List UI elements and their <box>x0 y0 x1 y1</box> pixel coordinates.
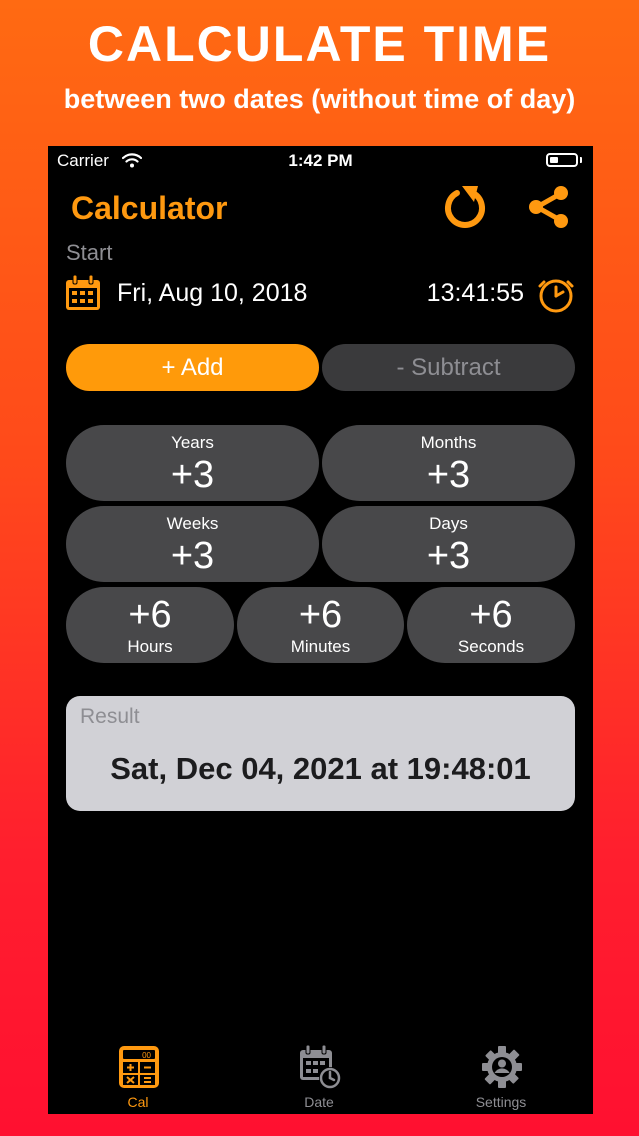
tab-settings-label: Settings <box>475 1094 527 1110</box>
hours-label: Hours <box>127 637 173 656</box>
months-value: +3 <box>426 454 471 496</box>
days-label: Days <box>429 514 468 533</box>
subtract-button[interactable]: - Subtract <box>322 344 575 391</box>
battery-level <box>550 157 558 163</box>
reset-icon[interactable] <box>440 182 490 232</box>
promo-title: CALCULATE TIME <box>87 16 552 72</box>
seconds-label: Seconds <box>457 637 525 656</box>
weeks-value: +3 <box>170 535 215 577</box>
calculator-icon: 00 <box>119 1046 159 1088</box>
share-icon[interactable] <box>524 182 574 232</box>
result-label: Result <box>80 705 140 728</box>
status-time: 1:42 PM <box>288 151 353 170</box>
tab-date-label: Date <box>304 1094 334 1110</box>
years-button[interactable]: Years +3 <box>66 425 319 501</box>
result-value: Sat, Dec 04, 2021 at 19:48:01 <box>110 751 531 786</box>
days-button[interactable]: Days +3 <box>322 506 575 582</box>
minutes-button[interactable]: +6 Minutes <box>237 587 404 663</box>
years-value: +3 <box>170 454 215 496</box>
calendar-clock-icon <box>300 1044 341 1089</box>
clock-icon[interactable] <box>537 276 575 314</box>
start-date[interactable]: Fri, Aug 10, 2018 <box>117 277 307 309</box>
calendar-icon[interactable] <box>64 274 102 312</box>
hours-value: +6 <box>128 594 172 636</box>
result-card: Result Sat, Dec 04, 2021 at 19:48:01 <box>66 696 575 811</box>
promo-subtitle: between two dates (without time of day) <box>63 84 576 114</box>
hours-button[interactable]: +6 Hours <box>66 587 234 663</box>
app-title: Calculator <box>71 190 228 226</box>
months-label: Months <box>420 433 477 452</box>
weeks-label: Weeks <box>166 514 219 533</box>
minutes-value: +6 <box>298 594 343 636</box>
months-button[interactable]: Months +3 <box>322 425 575 501</box>
start-time[interactable]: 13:41:55 <box>418 277 524 309</box>
tab-settings[interactable]: Settings <box>441 1044 561 1114</box>
years-label: Years <box>171 433 214 452</box>
svg-text:00: 00 <box>142 1051 151 1060</box>
seconds-button[interactable]: +6 Seconds <box>407 587 575 663</box>
add-button[interactable]: + Add <box>66 344 319 391</box>
settings-gear-icon <box>482 1046 522 1088</box>
days-value: +3 <box>426 535 471 577</box>
tab-cal[interactable]: 00 Cal <box>78 1044 198 1114</box>
phone-screen: Carrier 1:42 PM Calculator Start Fri, Au… <box>48 146 593 1114</box>
battery-icon <box>546 153 578 167</box>
seconds-value: +6 <box>469 594 513 636</box>
tab-cal-label: Cal <box>127 1094 149 1110</box>
start-label: Start <box>66 240 113 265</box>
tab-date[interactable]: Date <box>259 1044 379 1114</box>
battery-tip <box>580 157 582 163</box>
minutes-label: Minutes <box>290 637 351 656</box>
weeks-button[interactable]: Weeks +3 <box>66 506 319 582</box>
